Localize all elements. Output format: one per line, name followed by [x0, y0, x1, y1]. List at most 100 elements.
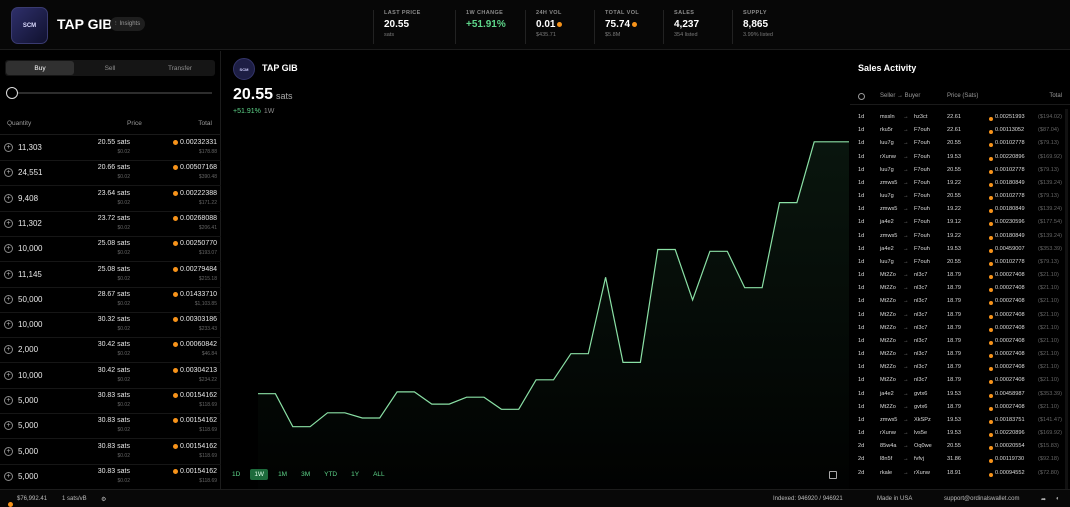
sale-row[interactable]: 1d mssln → hz3ct 22.61 0.00251993 ($194.02)	[850, 111, 1064, 124]
insights-button[interactable]: ⫶ Insights	[110, 17, 146, 31]
sale-seller[interactable]: Mt2Zo	[880, 298, 896, 304]
quantity-slider-handle[interactable]	[6, 87, 18, 99]
sale-seller[interactable]: rku5r	[880, 127, 893, 133]
share-icon[interactable]: ➦	[1041, 496, 1046, 503]
sale-buyer[interactable]: F7ouh	[914, 259, 930, 265]
sale-seller[interactable]: luu7g	[880, 259, 894, 265]
sale-row[interactable]: 1d ja4e2 → F7ouh 19.12 0.00230596 ($177.54)	[850, 216, 1064, 229]
sale-row[interactable]: 1d rku5r → F7ouh 22.61 0.00113052 ($87.04)	[850, 124, 1064, 137]
sale-row[interactable]: 1d luu7g → F7ouh 20.55 0.00102778 ($79.13)	[850, 256, 1064, 269]
sale-row[interactable]: 1d luu7g → F7ouh 20.55 0.00102778 ($79.13)	[850, 190, 1064, 203]
sale-buyer[interactable]: F7ouh	[914, 140, 930, 146]
sale-seller[interactable]: zmws5	[880, 180, 897, 186]
sale-seller[interactable]: Mt2Zo	[880, 272, 896, 278]
add-order-icon[interactable]: +	[4, 370, 13, 380]
sale-seller[interactable]: zmws5	[880, 417, 897, 423]
sale-seller[interactable]: mssln	[880, 114, 895, 120]
order-row[interactable]: +50,000 28.67 sats $0.02 0.01433710 $1,103.8…	[0, 288, 221, 313]
sale-row[interactable]: 1d Mt2Zo → nl3c7 18.79 0.00027408 ($21.10)	[850, 309, 1064, 322]
sale-seller[interactable]: zmws5	[880, 233, 897, 239]
sale-buyer[interactable]: rXunw	[914, 470, 930, 476]
order-row[interactable]: +5,000 30.83 sats $0.02 0.00154162 $118.69	[0, 465, 221, 490]
sale-row[interactable]: 1d Mt2Zo → nl3c7 18.79 0.00027408 ($21.10)	[850, 282, 1064, 295]
support-email[interactable]: support@ordinalswallet.com	[944, 496, 1019, 502]
quantity-slider-track[interactable]	[12, 92, 212, 94]
theme-icon[interactable]: ◐	[1056, 496, 1060, 502]
range-1w[interactable]: 1W	[250, 469, 269, 480]
add-order-icon[interactable]: +	[4, 143, 13, 152]
add-order-icon[interactable]: +	[4, 471, 13, 481]
sale-row[interactable]: 1d Mt2Zo → nl3c7 18.79 0.00027408 ($21.10)	[850, 295, 1064, 308]
sale-seller[interactable]: luu7g	[880, 193, 894, 199]
sale-buyer[interactable]: nl3c7	[914, 338, 927, 344]
sale-row[interactable]: 1d zmws5 → F7ouh 19.22 0.00180849 ($139.24)	[850, 203, 1064, 216]
sale-seller[interactable]: rkale	[880, 470, 892, 476]
add-order-icon[interactable]: +	[4, 396, 13, 405]
sale-buyer[interactable]: hz3ct	[914, 114, 927, 120]
sale-row[interactable]: 2d l8n5f → fvfvj 31.86 0.00119730 ($92.18)	[850, 453, 1064, 466]
settings-icon[interactable]: ⚙	[101, 496, 106, 503]
sale-buyer[interactable]: fvfvj	[914, 456, 924, 462]
sale-buyer[interactable]: XkSPz	[914, 417, 931, 423]
sale-row[interactable]: 1d Mt2Zo → nl3c7 18.79 0.00027408 ($21.10)	[850, 269, 1064, 282]
add-order-icon[interactable]: +	[4, 168, 13, 178]
add-order-icon[interactable]: +	[4, 294, 13, 304]
order-row[interactable]: +11,303 20.55 sats $0.02 0.00232331 $178.88	[0, 136, 221, 161]
sale-buyer[interactable]: Oq0we	[914, 443, 932, 449]
sale-seller[interactable]: ja4e2	[880, 219, 894, 225]
sale-buyer[interactable]: nl3c7	[914, 325, 927, 331]
sale-buyer[interactable]: F7ouh	[914, 167, 930, 173]
tab-buy[interactable]: Buy	[6, 61, 74, 75]
add-order-icon[interactable]: +	[4, 193, 13, 203]
sale-buyer[interactable]: F7ouh	[914, 206, 930, 212]
add-order-icon[interactable]: +	[4, 345, 13, 355]
sale-buyer[interactable]: F7ouh	[914, 219, 930, 225]
sale-seller[interactable]: Mt2Zo	[880, 351, 896, 357]
tab-transfer[interactable]: Transfer	[146, 61, 214, 75]
sale-seller[interactable]: Mt2Zo	[880, 285, 896, 291]
sale-buyer[interactable]: F7ouh	[914, 127, 930, 133]
sale-buyer[interactable]: F7ouh	[914, 233, 930, 239]
sale-seller[interactable]: l8n5f	[880, 456, 892, 462]
sale-seller[interactable]: ja4e2	[880, 246, 894, 252]
sale-seller[interactable]: rXunw	[880, 154, 896, 160]
sale-seller[interactable]: ja4e2	[880, 391, 894, 397]
sale-buyer[interactable]: nl3c7	[914, 298, 927, 304]
sale-row[interactable]: 1d Mt2Zo → nl3c7 18.79 0.00027408 ($21.10)	[850, 322, 1064, 335]
sale-row[interactable]: 1d Mt2Zo → nl3c7 18.79 0.00027408 ($21.10)	[850, 335, 1064, 348]
add-order-icon[interactable]: +	[4, 320, 13, 330]
order-row[interactable]: +5,000 30.83 sats $0.02 0.00154162 $118.69	[0, 389, 221, 414]
sale-row[interactable]: 1d ja4e2 → gvtx6 19.53 0.00458987 ($353.39)	[850, 388, 1064, 401]
range-all[interactable]: ALL	[369, 469, 389, 480]
range-1d[interactable]: 1D	[228, 469, 244, 480]
sale-seller[interactable]: luu7g	[880, 140, 894, 146]
sale-seller[interactable]: Mt2Zo	[880, 377, 896, 383]
order-row[interactable]: +10,000 30.42 sats $0.02 0.00304213 $234.22	[0, 364, 221, 389]
sale-seller[interactable]: rXunw	[880, 430, 896, 436]
expand-icon[interactable]	[829, 471, 837, 479]
sale-seller[interactable]: 85w4a	[880, 443, 896, 449]
range-1m[interactable]: 1M	[274, 469, 291, 480]
add-order-icon[interactable]: +	[4, 218, 13, 228]
sale-seller[interactable]: Mt2Zo	[880, 312, 896, 318]
range-ytd[interactable]: YTD	[320, 469, 341, 480]
sale-buyer[interactable]: nl3c7	[914, 285, 927, 291]
sale-row[interactable]: 1d ja4e2 → F7ouh 19.53 0.00459007 ($353.39)	[850, 243, 1064, 256]
order-row[interactable]: +11,302 23.72 sats $0.02 0.00268088 $206.41	[0, 212, 221, 237]
sales-scrollbar[interactable]	[1065, 109, 1068, 489]
sale-seller[interactable]: zmws5	[880, 206, 897, 212]
sale-row[interactable]: 1d rXunw → F7ouh 19.53 0.00220896 ($169.92)	[850, 151, 1064, 164]
range-1y[interactable]: 1Y	[347, 469, 363, 480]
order-row[interactable]: +5,000 30.83 sats $0.02 0.00154162 $118.69	[0, 440, 221, 465]
order-row[interactable]: +11,145 25.08 sats $0.02 0.00279484 $215.18	[0, 263, 221, 288]
sale-row[interactable]: 1d Mt2Zo → nl3c7 18.79 0.00027408 ($21.10)	[850, 361, 1064, 374]
sale-row[interactable]: 1d luu7g → F7ouh 20.55 0.00102778 ($79.13)	[850, 137, 1064, 150]
sale-seller[interactable]: Mt2Zo	[880, 325, 896, 331]
sale-buyer[interactable]: gvtx6	[914, 404, 927, 410]
sale-buyer[interactable]: gvtx6	[914, 391, 927, 397]
order-row[interactable]: +10,000 30.32 sats $0.02 0.00303186 $233.43	[0, 313, 221, 339]
sale-seller[interactable]: Mt2Zo	[880, 404, 896, 410]
sale-row[interactable]: 1d Mt2Zo → gvtx6 18.79 0.00027408 ($21.10)	[850, 401, 1064, 414]
sale-row[interactable]: 1d Mt2Zo → nl3c7 18.79 0.00027408 ($21.10)	[850, 348, 1064, 361]
range-3m[interactable]: 3M	[297, 469, 314, 480]
